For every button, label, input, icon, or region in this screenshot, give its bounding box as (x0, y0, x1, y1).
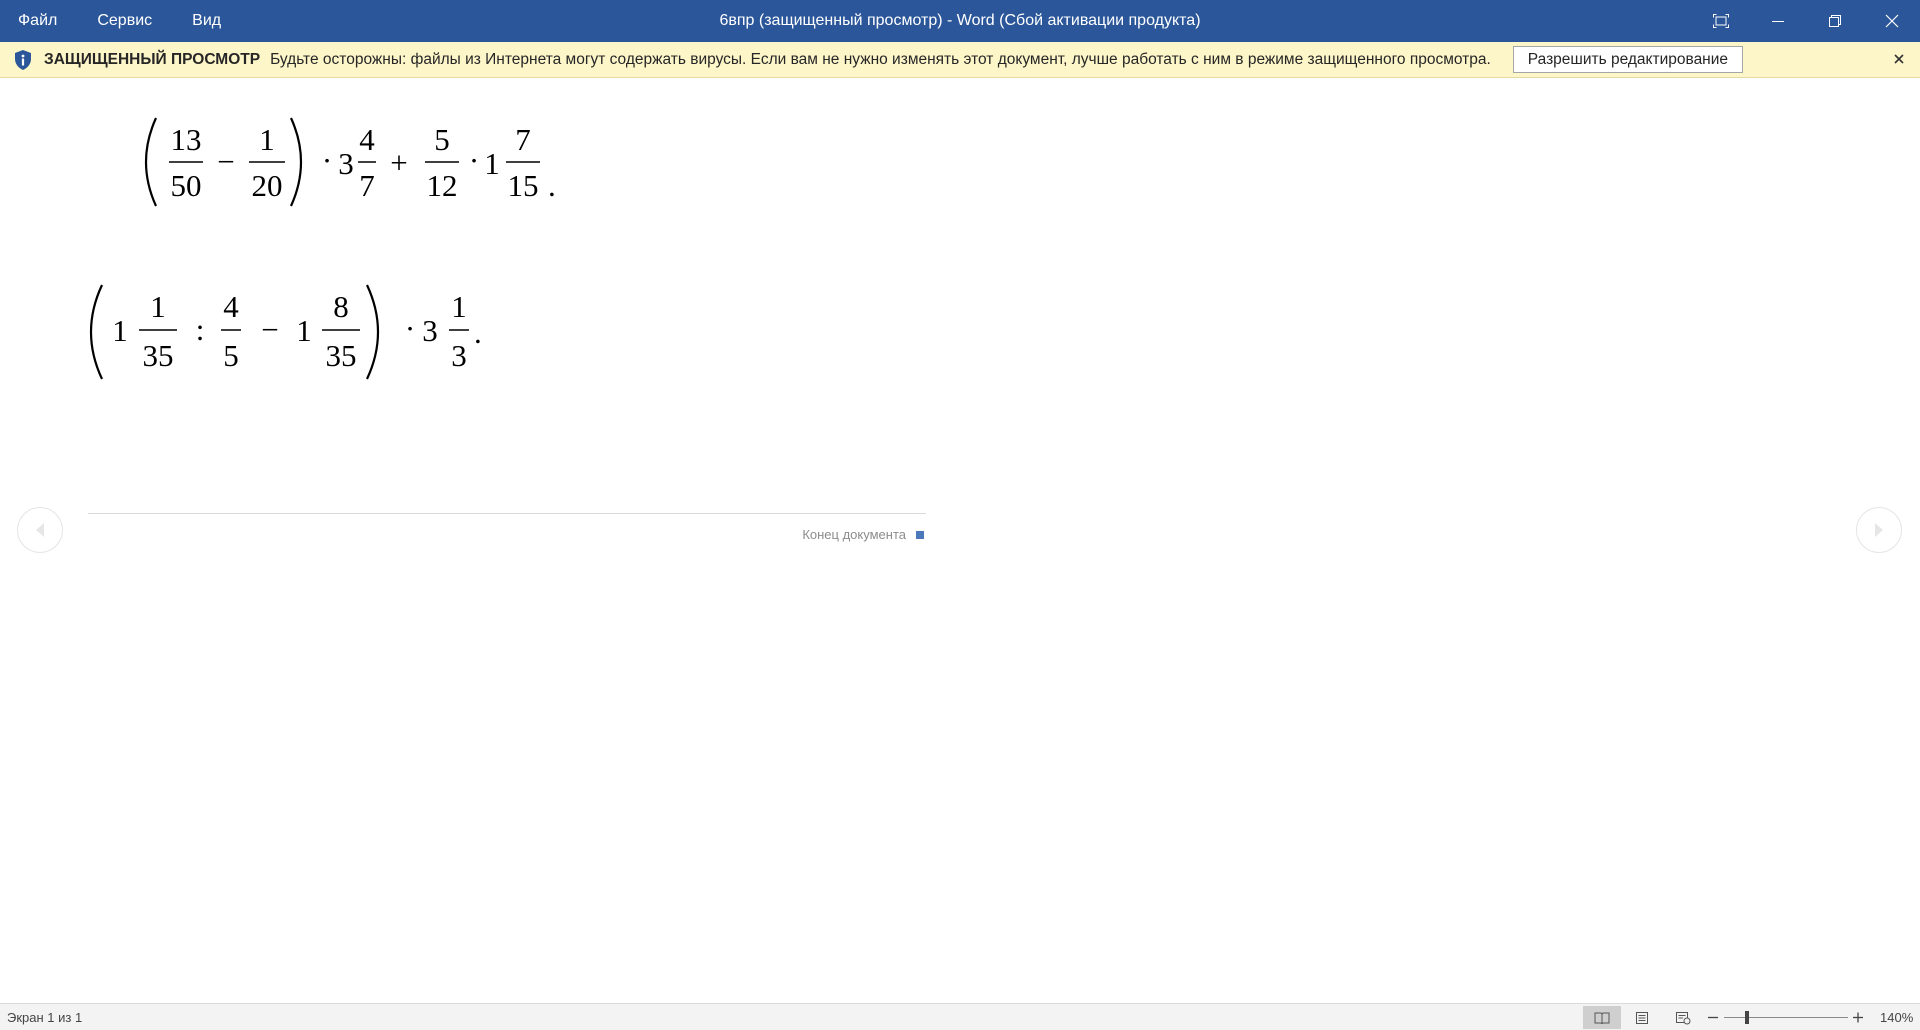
denominator: 15 (508, 168, 539, 203)
denominator: 7 (359, 168, 375, 203)
denominator: 12 (427, 168, 458, 203)
restore-icon (1828, 15, 1841, 27)
zoom-level[interactable]: 140% (1880, 1010, 1913, 1025)
plus-sign: + (390, 145, 407, 180)
denominator: 35 (143, 338, 174, 373)
menu-view[interactable]: Вид (174, 0, 239, 42)
numerator: 1 (259, 122, 275, 157)
print-layout-button[interactable] (1623, 1006, 1661, 1029)
math-expression-2-svg: 1 1 35 : 4 5 − 1 8 35 · 3 1 3 . (89, 284, 482, 380)
document-end-marker (916, 531, 924, 539)
right-parenthesis (289, 117, 303, 207)
period: . (474, 315, 482, 350)
minimize-button[interactable] (1749, 0, 1806, 42)
numerator: 13 (171, 122, 202, 157)
menu-tools[interactable]: Сервис (79, 0, 170, 42)
zoom-out-icon[interactable] (1706, 1009, 1720, 1025)
protected-view-title: ЗАЩИЩЕННЫЙ ПРОСМОТР (44, 50, 261, 68)
denominator: 3 (451, 338, 467, 373)
minimize-icon (1771, 21, 1784, 22)
period: . (548, 168, 556, 203)
denominator: 35 (326, 338, 357, 373)
denominator: 5 (223, 338, 239, 373)
numerator: 4 (223, 289, 239, 324)
left-parenthesis (89, 284, 103, 380)
chevron-right-icon (1875, 523, 1883, 537)
web-layout-icon (1676, 1011, 1691, 1024)
web-layout-button[interactable] (1664, 1006, 1702, 1029)
protected-view-bar: ЗАЩИЩЕННЫЙ ПРОСМОТР Будьте осторожны: фа… (0, 42, 1920, 78)
whole-number: 1 (112, 313, 128, 348)
page-indicator: Экран 1 из 1 (7, 1010, 83, 1025)
restore-button[interactable] (1806, 0, 1863, 42)
protected-view-message: Будьте осторожны: файлы из Интернета мог… (270, 50, 1491, 68)
read-mode-button[interactable] (1583, 1006, 1621, 1029)
right-parenthesis (366, 284, 380, 380)
close-icon (1885, 14, 1898, 28)
document-end-line (88, 513, 926, 514)
enable-editing-button[interactable]: Разрешить редактирование (1512, 46, 1744, 73)
chevron-left-icon (36, 523, 44, 537)
zoom-slider-thumb[interactable] (1745, 1011, 1749, 1024)
numerator: 5 (434, 122, 450, 157)
numerator: 4 (359, 122, 375, 157)
whole-number: 1 (484, 146, 500, 181)
window-controls (1692, 0, 1920, 42)
numerator: 1 (150, 289, 166, 324)
book-icon (1594, 1012, 1610, 1024)
document-end-label: Конец документа (802, 527, 906, 542)
close-icon[interactable] (1890, 50, 1908, 68)
divide-colon: : (196, 312, 205, 347)
zoom-slider-track[interactable] (1724, 1017, 1848, 1018)
numerator: 8 (333, 289, 349, 324)
minus-sign: − (217, 144, 234, 179)
denominator: 20 (252, 168, 283, 203)
title-bar: Файл Сервис Вид 6впр (защищенный просмот… (0, 0, 1920, 42)
page-layout-icon (1636, 1011, 1648, 1024)
numerator: 1 (451, 289, 467, 324)
math-expression-1: 13 50 − 1 20 · 3 4 7 + 5 12 · 1 7 15 . (138, 112, 578, 217)
multiply-dot: · (322, 143, 332, 178)
multiply-dot: · (469, 143, 479, 178)
math-expression-1-svg: 13 50 − 1 20 · 3 4 7 + 5 12 · 1 7 15 . (144, 117, 556, 207)
whole-number: 3 (422, 313, 438, 348)
denominator: 50 (171, 168, 202, 203)
shield-info-icon (15, 49, 31, 70)
minus-sign: − (261, 312, 278, 347)
menu-file[interactable]: Файл (0, 0, 75, 42)
math-expression-2: 1 1 35 : 4 5 − 1 8 35 · 3 1 3 . (82, 281, 502, 390)
numerator: 7 (515, 122, 531, 157)
status-bar: Экран 1 из 1 140% (0, 1003, 1920, 1030)
previous-screen-button[interactable] (17, 507, 63, 553)
close-window-button[interactable] (1863, 0, 1920, 42)
whole-number: 3 (338, 146, 354, 181)
left-parenthesis (144, 117, 158, 207)
zoom-in-icon[interactable] (1851, 1009, 1865, 1025)
window-title: 6впр (защищенный просмотр) - Word (Сбой … (719, 12, 1201, 29)
whole-number: 1 (296, 313, 312, 348)
menu-bar: Файл Сервис Вид (0, 0, 239, 42)
fullscreen-icon (1712, 14, 1729, 28)
fullscreen-button[interactable] (1692, 0, 1749, 42)
next-screen-button[interactable] (1856, 507, 1902, 553)
multiply-dot: · (405, 311, 415, 346)
